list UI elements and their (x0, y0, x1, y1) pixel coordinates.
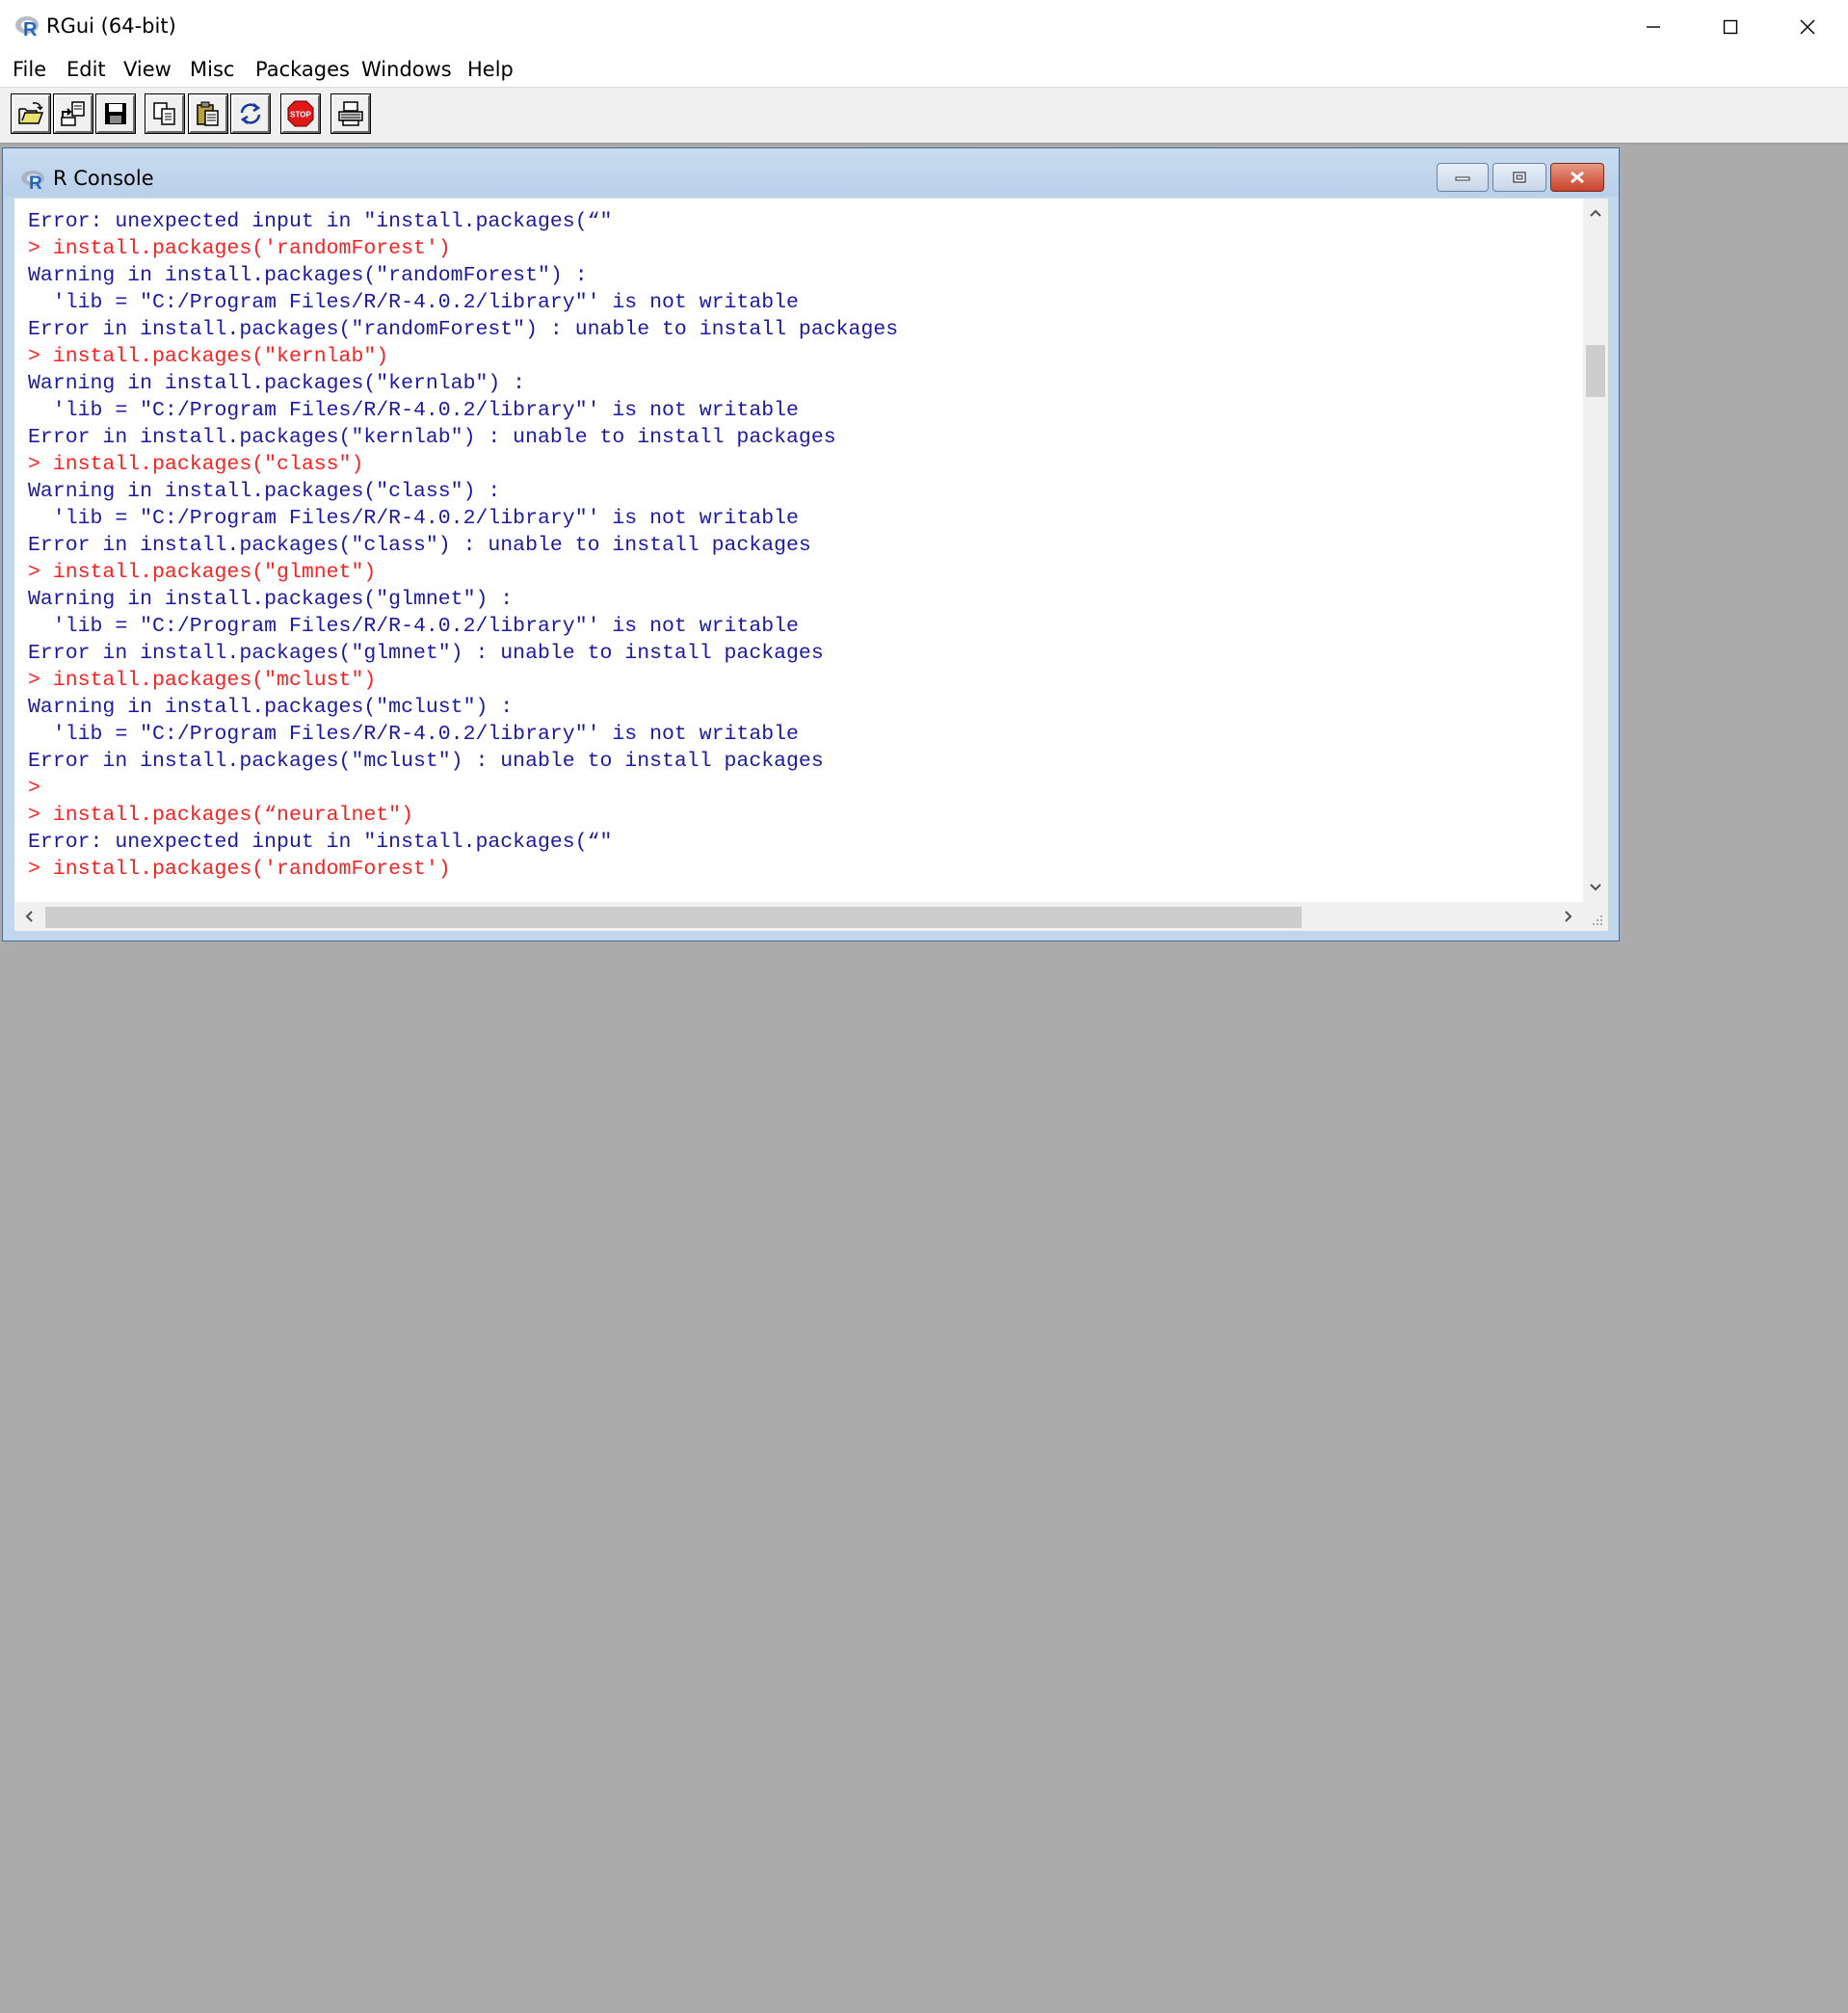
console-output-line: Error in install.packages("kernlab") : u… (28, 426, 836, 449)
console-output-line: Error in install.packages("glmnet") : un… (28, 642, 824, 665)
console-input-line: > install.packages("mclust") (28, 669, 377, 692)
r-console-window: R R Console Error: unexpected input in "… (2, 147, 1620, 941)
svg-text:STOP: STOP (290, 111, 311, 119)
title-bar: R RGui (64-bit) (0, 0, 1848, 54)
console-input-line: > (28, 777, 40, 800)
console-output-line: Warning in install.packages("randomFores… (28, 264, 588, 287)
console-output-line: Error in install.packages("mclust") : un… (28, 750, 824, 773)
console-output-line: Warning in install.packages("kernlab") : (28, 372, 526, 395)
resize-grip-icon (1593, 915, 1602, 925)
resize-grip[interactable] (1583, 902, 1608, 931)
minimize-icon (1647, 25, 1660, 28)
console-body[interactable]: Error: unexpected input in "install.pack… (14, 199, 1608, 931)
console-output-line: Error: unexpected input in "install.pack… (28, 831, 613, 854)
close-icon (1571, 171, 1584, 184)
console-minimize-button[interactable] (1437, 163, 1489, 192)
console-output-line: Error in install.packages("class") : una… (28, 534, 811, 557)
maximize-button[interactable] (1692, 0, 1769, 53)
vertical-scrollbar[interactable] (1583, 199, 1608, 902)
printer-icon (338, 101, 363, 126)
refresh-icon (240, 103, 261, 124)
save-workspace-button[interactable] (95, 93, 136, 134)
console-input-line: > install.packages('randomForest') (28, 858, 451, 881)
console-title-bar[interactable]: R R Console (3, 148, 1619, 197)
console-output-line: Warning in install.packages("glmnet") : (28, 588, 514, 611)
floppy-disk-icon (105, 103, 126, 124)
svg-text:R: R (29, 173, 42, 191)
scroll-right-button[interactable] (1554, 902, 1583, 931)
console-output-line: Error in install.packages("randomForest"… (28, 318, 899, 341)
console-output-line: Warning in install.packages("class") : (28, 480, 501, 503)
console-output-line: Warning in install.packages("mclust") : (28, 696, 514, 719)
console-restore-button[interactable] (1492, 163, 1546, 192)
scroll-left-button[interactable] (14, 902, 43, 931)
chevron-down-icon (1590, 884, 1601, 891)
maximize-icon (1723, 19, 1738, 34)
scroll-down-button[interactable] (1583, 875, 1608, 900)
console-input-line: > install.packages('randomForest') (28, 237, 451, 260)
console-output[interactable]: Error: unexpected input in "install.pack… (28, 208, 1579, 902)
menu-file[interactable]: File (10, 55, 49, 84)
menu-view[interactable]: View (120, 55, 174, 84)
console-output-line: Error: unexpected input in "install.pack… (28, 210, 613, 233)
stop-sign-icon: STOP (287, 100, 314, 127)
console-output-line: 'lib = "C:/Program Files/R/R-4.0.2/libra… (28, 399, 799, 422)
horizontal-scroll-thumb[interactable] (45, 907, 1302, 928)
open-folder-icon (18, 102, 44, 124)
chevron-left-icon (25, 911, 33, 922)
menu-bar: File Edit View Misc Packages Windows Hel… (0, 53, 1848, 88)
scroll-up-button[interactable] (1583, 200, 1608, 225)
console-input-line: > install.packages("class") (28, 453, 364, 476)
console-output-line: 'lib = "C:/Program Files/R/R-4.0.2/libra… (28, 615, 799, 638)
minimize-button[interactable] (1615, 0, 1692, 53)
console-output-line: 'lib = "C:/Program Files/R/R-4.0.2/libra… (28, 507, 799, 530)
window-title: RGui (64-bit) (46, 14, 176, 38)
console-input-line: > install.packages("kernlab") (28, 345, 389, 368)
console-input-line: > install.packages(“neuralnet") (28, 804, 413, 827)
console-title: R Console (53, 167, 154, 190)
console-output-line: 'lib = "C:/Program Files/R/R-4.0.2/libra… (28, 291, 799, 314)
horizontal-scrollbar[interactable] (14, 902, 1583, 931)
menu-windows[interactable]: Windows (358, 55, 455, 84)
console-close-button[interactable] (1550, 163, 1604, 192)
menu-edit[interactable]: Edit (64, 55, 109, 84)
print-button[interactable] (330, 93, 371, 134)
stop-button[interactable]: STOP (280, 93, 321, 134)
load-workspace-button[interactable] (53, 93, 93, 134)
menu-help[interactable]: Help (464, 55, 516, 84)
load-workspace-icon (61, 101, 85, 126)
console-output-line: 'lib = "C:/Program Files/R/R-4.0.2/libra… (28, 723, 799, 746)
close-button[interactable] (1769, 0, 1846, 53)
minimize-icon (1455, 176, 1470, 181)
paste-icon (197, 101, 219, 126)
restore-icon (1513, 172, 1526, 183)
chevron-up-icon (1590, 209, 1601, 217)
close-icon (1800, 19, 1815, 34)
console-input-line: > install.packages("glmnet") (28, 561, 377, 584)
copy-icon (153, 102, 175, 125)
svg-text:R: R (23, 19, 38, 40)
menu-misc[interactable]: Misc (187, 55, 237, 84)
r-logo-icon: R (15, 16, 39, 40)
menu-packages[interactable]: Packages (252, 55, 353, 84)
vertical-scroll-thumb[interactable] (1586, 345, 1605, 397)
open-script-button[interactable] (11, 93, 51, 134)
toolbar: STOP (0, 88, 1848, 145)
paste-button[interactable] (188, 93, 228, 134)
r-logo-icon: R (21, 171, 44, 191)
chevron-right-icon (1565, 911, 1572, 922)
copy-paste-button[interactable] (230, 93, 271, 134)
copy-button[interactable] (145, 93, 185, 134)
